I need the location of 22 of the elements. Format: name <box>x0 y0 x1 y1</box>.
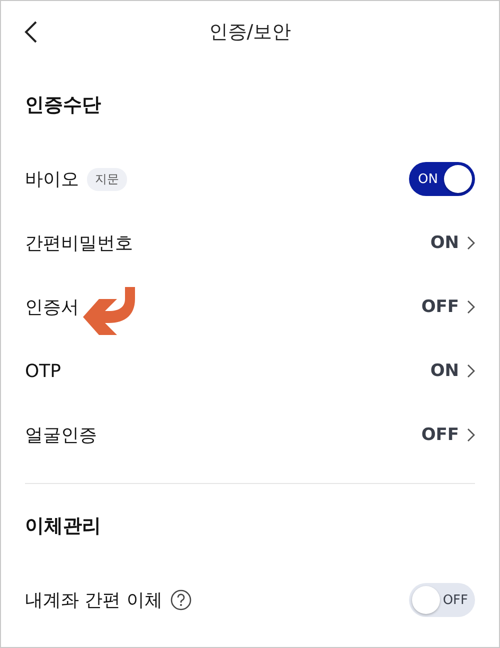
toggle-switch[interactable]: ON <box>409 162 475 196</box>
status-link[interactable]: OFF <box>421 297 475 317</box>
row-label: 내계좌 간편 이체 <box>25 589 162 612</box>
row-label: 바이오 <box>25 168 79 191</box>
section-heading: 인증수단 <box>25 93 102 118</box>
status-link[interactable]: ON <box>430 233 475 253</box>
toggle-switch[interactable]: OFF <box>409 583 475 617</box>
help-icon[interactable] <box>170 589 192 611</box>
row-label: 인증서 <box>25 296 79 319</box>
tag-label: 지문 <box>87 168 127 190</box>
chevron-right-icon <box>467 300 475 314</box>
chevron-right-icon <box>467 236 475 250</box>
chevron-right-icon <box>467 428 475 442</box>
status-link[interactable]: OFF <box>421 425 475 445</box>
row-label: 간편비밀번호 <box>25 232 133 255</box>
page-title: 인증/보안 <box>208 20 292 45</box>
back-icon[interactable] <box>24 20 38 44</box>
row-label: 얼굴인증 <box>25 424 97 447</box>
section-heading: 이체관리 <box>25 514 102 539</box>
row-label: OTP <box>25 360 62 382</box>
status-link[interactable]: ON <box>430 361 475 381</box>
chevron-right-icon <box>467 364 475 378</box>
